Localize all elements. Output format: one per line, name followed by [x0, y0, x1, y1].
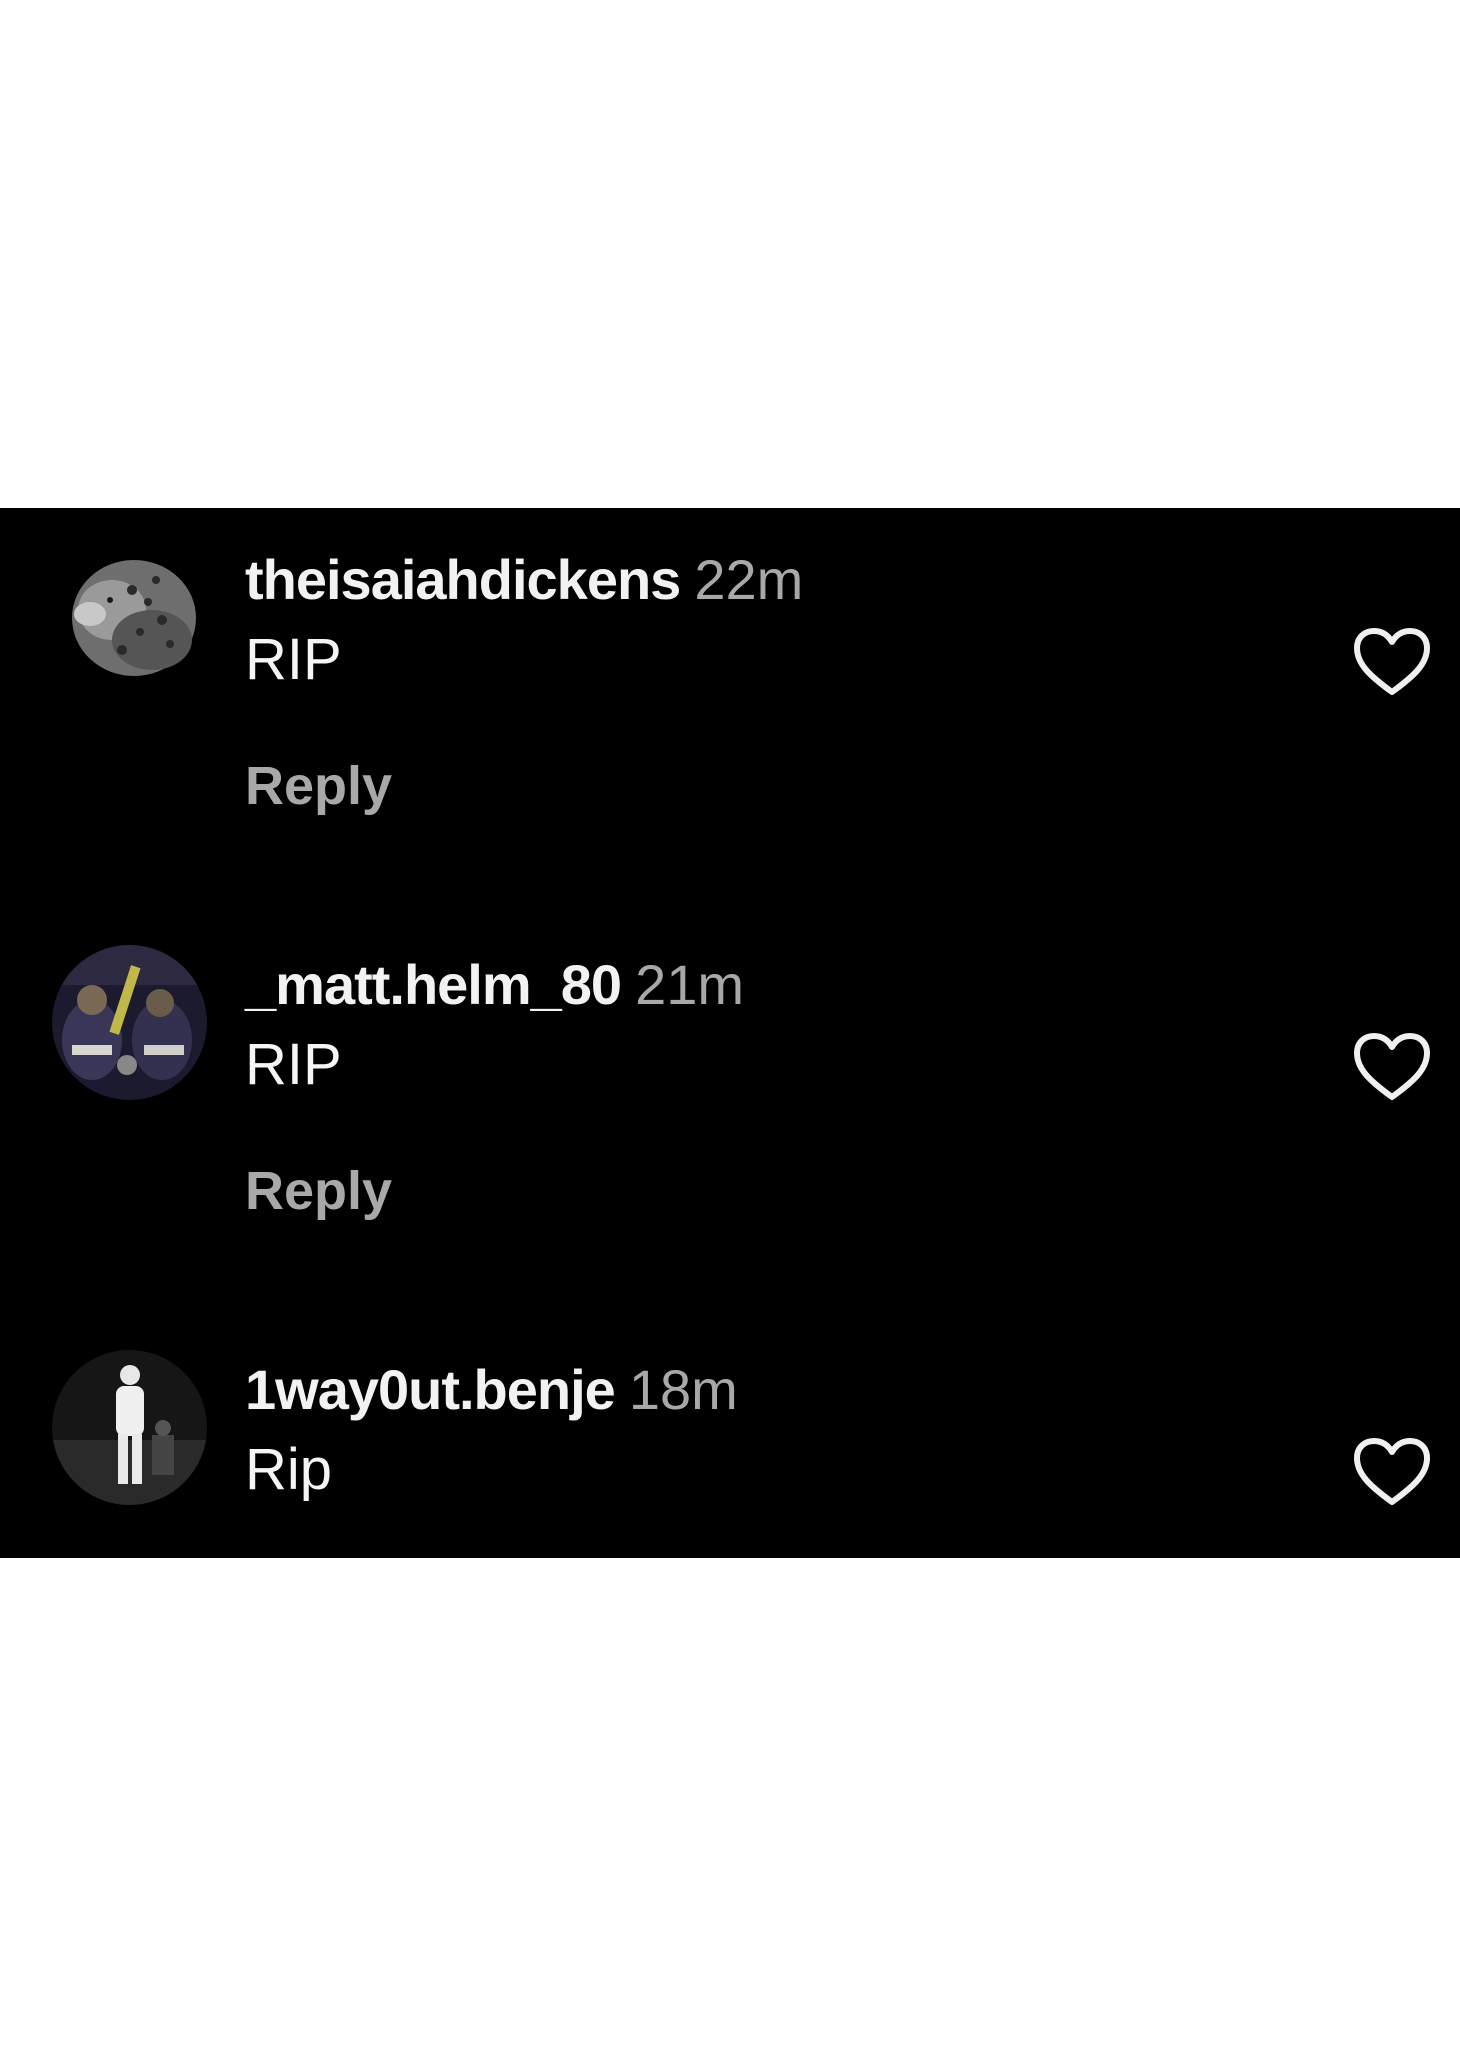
avatar[interactable]: [52, 540, 207, 695]
comment-header: _matt.helm_80 21m: [245, 945, 744, 1025]
comment-text: RIP: [245, 627, 342, 692]
username-link[interactable]: theisaiahdickens: [245, 548, 681, 611]
avatar[interactable]: [52, 945, 207, 1100]
heart-outline-icon: [1354, 1033, 1430, 1100]
comment-text: RIP: [245, 1032, 342, 1097]
timestamp: 18m: [628, 1358, 738, 1421]
person-photo-avatar-icon: [52, 1350, 207, 1505]
timestamp: 21m: [635, 953, 745, 1016]
like-button[interactable]: [1352, 1436, 1432, 1508]
comments-panel: theisaiahdickens 22m RIP Reply _matt.hel…: [0, 508, 1460, 1558]
reply-button[interactable]: Reply: [245, 746, 392, 826]
reply-button[interactable]: Reply: [245, 1151, 392, 1231]
comment-text: Rip: [245, 1437, 333, 1502]
team-photo-avatar-icon: [52, 945, 207, 1100]
comment-header: 1way0ut.benje 18m: [245, 1350, 738, 1430]
leopard-avatar-icon: [52, 540, 207, 695]
like-button[interactable]: [1352, 1031, 1432, 1103]
heart-outline-icon: [1354, 628, 1430, 695]
avatar[interactable]: [52, 1350, 207, 1505]
comment-header: theisaiahdickens 22m: [245, 540, 803, 620]
username-link[interactable]: _matt.helm_80: [245, 953, 622, 1016]
heart-outline-icon: [1354, 1438, 1430, 1505]
username-link[interactable]: 1way0ut.benje: [245, 1358, 616, 1421]
timestamp: 22m: [694, 548, 804, 611]
like-button[interactable]: [1352, 626, 1432, 698]
